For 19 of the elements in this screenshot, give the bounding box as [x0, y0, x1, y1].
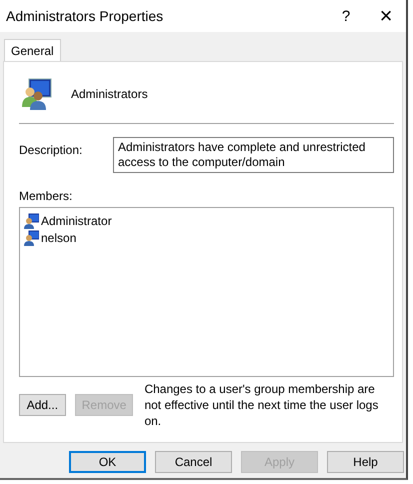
description-label: Description: [19, 142, 84, 157]
user-computer-icon [23, 212, 39, 228]
tab[interactable]: General [4, 39, 61, 61]
help-button[interactable]: ? [326, 1, 366, 31]
members-label: Members: [19, 189, 74, 203]
description-field[interactable]: Administrators have complete and unrestricted access to the computer/domain [113, 137, 394, 173]
member-name[interactable]: nelson [41, 230, 76, 244]
member-button[interactable]: Add... [19, 394, 66, 416]
window-title: Administrators Properties [6, 8, 164, 24]
members-list[interactable]: Administrator nelson [19, 207, 394, 377]
member-name[interactable]: Administrator [41, 214, 112, 228]
close-button[interactable]: × [366, 1, 406, 31]
user-computer-icon [23, 230, 39, 246]
dialog-button[interactable]: Help [327, 451, 404, 473]
dialog-button[interactable]: Cancel [155, 451, 232, 473]
membership-note: Changes to a user's group membership are not effective until the next time the user logs on. [144, 381, 380, 429]
group-name: Administrators [71, 87, 148, 101]
users-computer-icon [19, 77, 53, 111]
dialog-button[interactable]: OK [69, 451, 146, 473]
